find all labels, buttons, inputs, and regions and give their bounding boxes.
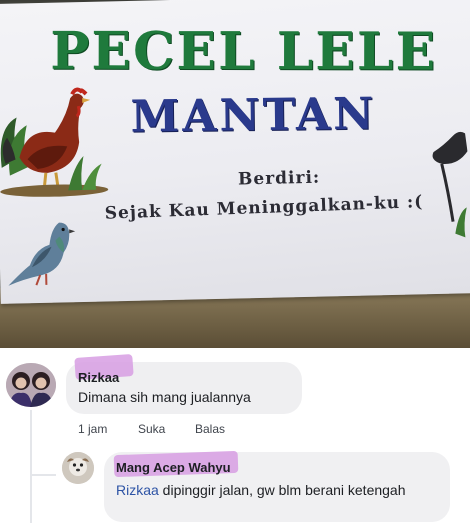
avatar-photo-icon [62,452,94,484]
avatar-photo-icon [6,363,56,407]
bird-right-illustration [432,131,468,238]
comment-timestamp[interactable]: 1 jam [78,422,107,436]
reply-author-name[interactable]: Mang Acep Wahyu [116,460,231,475]
comment-text: Dimana sih mang jualannya [78,389,251,405]
like-button[interactable]: Suka [138,422,165,436]
banner-berdiri-text: Sejak Kau Meninggalkan-ku :( [104,192,424,224]
pigeon-illustration [8,222,76,286]
pecel-lele-banner: PECEL LELE MANTAN Berdiri: Sejak Kau Men… [0,0,470,304]
reply-body: dipinggir jalan, gw blm berani ketengah [158,482,406,498]
reply-text: Rizkaa dipinggir jalan, gw blm berani ke… [116,480,426,500]
comment-author-name[interactable]: Rizkaa [78,370,119,385]
rooster-illustration [0,87,109,197]
reply-connector [32,474,56,476]
banner-title-line2: MANTAN [130,88,377,143]
reply-button[interactable]: Balas [195,422,225,436]
banner-berdiri-label: Berdiri: [237,167,321,190]
thread-line [30,410,32,523]
banner-title-line1: PECEL LELE [50,20,438,83]
commenter-avatar[interactable] [6,363,56,407]
replier-avatar[interactable] [62,452,94,484]
banner-photo: PECEL LELE MANTAN Berdiri: Sejak Kau Men… [0,0,470,348]
mention-link[interactable]: Rizkaa [116,482,159,498]
